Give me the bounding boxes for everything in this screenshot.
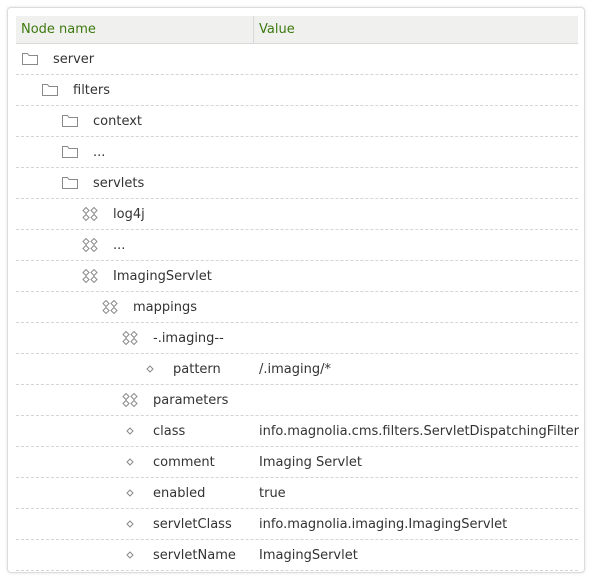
- tree-row[interactable]: context: [16, 106, 578, 137]
- node-name: servletName: [153, 548, 236, 563]
- tree-row[interactable]: pattern /.imaging/*: [16, 354, 578, 385]
- node-name: comment: [153, 455, 215, 470]
- tree-row[interactable]: comment Imaging Servlet: [16, 447, 578, 478]
- content-node-icon: [122, 331, 138, 345]
- tree-row[interactable]: servlets: [16, 168, 578, 199]
- tree-row[interactable]: class info.magnolia.cms.filters.ServletDi…: [16, 416, 579, 447]
- property-icon: [122, 455, 138, 469]
- tree-row[interactable]: ImagingServlet: [16, 261, 578, 292]
- node-value: info.magnolia.imaging.ImagingServlet: [259, 517, 508, 532]
- column-header-node-name[interactable]: Node name: [16, 16, 254, 43]
- content-node-icon: [82, 269, 98, 283]
- node-name: ImagingServlet: [113, 269, 212, 284]
- tree-rows: server filters context... servlets log4j... I…: [16, 44, 579, 571]
- node-name: ...: [113, 238, 126, 253]
- node-value: true: [259, 486, 286, 501]
- node-name: filters: [73, 83, 111, 98]
- property-icon: [122, 548, 138, 562]
- node-name: server: [53, 52, 95, 67]
- node-name: pattern: [173, 362, 221, 377]
- node-value: ImagingServlet: [259, 548, 358, 563]
- tree-row[interactable]: enabled true: [16, 478, 578, 509]
- node-value: Imaging Servlet: [259, 455, 362, 470]
- node-name: enabled: [153, 486, 206, 501]
- content-node-icon: [122, 393, 138, 407]
- tree-table-frame: Node name Value server filters context... s…: [7, 7, 585, 573]
- tree-row[interactable]: server: [16, 44, 578, 75]
- folder-icon: [22, 52, 38, 66]
- tree-row[interactable]: log4j: [16, 199, 578, 230]
- folder-icon: [62, 176, 78, 190]
- node-name: mappings: [133, 300, 198, 315]
- node-name: ...: [93, 145, 106, 160]
- node-name: class: [153, 424, 186, 439]
- tree-row[interactable]: ...: [16, 230, 578, 261]
- folder-icon: [42, 83, 58, 97]
- content-node-icon: [82, 207, 98, 221]
- node-name: log4j: [113, 207, 145, 222]
- content-node-icon: [102, 300, 118, 314]
- node-name: servletClass: [153, 517, 232, 532]
- tree-row[interactable]: mappings: [16, 292, 578, 323]
- tree-row[interactable]: servletName ImagingServlet: [16, 540, 578, 571]
- tree-row[interactable]: ...: [16, 137, 578, 168]
- property-icon: [122, 517, 138, 531]
- node-value: info.magnolia.cms.filters.ServletDispatc…: [259, 424, 579, 439]
- folder-icon: [62, 145, 78, 159]
- property-icon: [122, 424, 138, 438]
- node-name: context: [93, 114, 142, 129]
- tree-row[interactable]: parameters: [16, 385, 578, 416]
- tree-row[interactable]: -.imaging--: [16, 323, 578, 354]
- node-value: /.imaging/*: [259, 362, 331, 377]
- property-icon: [142, 362, 158, 376]
- content-node-icon: [82, 238, 98, 252]
- table-header: Node name Value: [16, 16, 578, 44]
- tree-row[interactable]: filters: [16, 75, 578, 106]
- column-header-value[interactable]: Value: [254, 22, 295, 37]
- folder-icon: [62, 114, 78, 128]
- property-icon: [122, 486, 138, 500]
- node-name: parameters: [153, 393, 229, 408]
- node-name: -.imaging--: [153, 331, 224, 346]
- node-name: servlets: [93, 176, 145, 191]
- tree-row[interactable]: servletClass info.magnolia.imaging.Imagin…: [16, 509, 578, 540]
